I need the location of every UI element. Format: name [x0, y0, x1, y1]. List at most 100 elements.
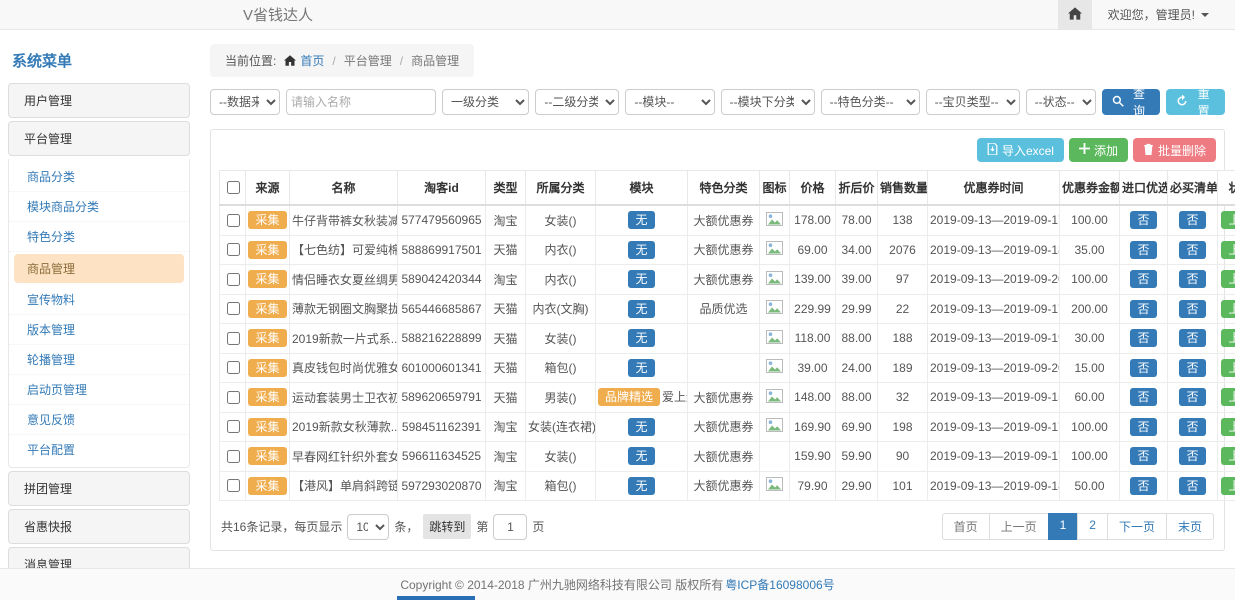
import-optional-toggle[interactable]: 否 [1130, 359, 1156, 377]
row-checkbox[interactable] [227, 273, 240, 286]
status-badge[interactable]: 上架 [1221, 477, 1235, 495]
must-buy-toggle[interactable]: 否 [1179, 270, 1205, 288]
module-badge[interactable]: 无 [628, 329, 654, 347]
name-cell: 薄款无钢圈文胸聚拢性... [290, 294, 398, 324]
source-cell: 采集 [246, 294, 290, 324]
sidebar-item-message[interactable]: 消息管理 [8, 547, 190, 568]
import-optional-toggle[interactable]: 否 [1130, 329, 1156, 347]
module-badge[interactable]: 无 [628, 418, 654, 436]
page-item-首页[interactable]: 首页 [942, 513, 990, 540]
filter-module-subcategory[interactable]: --模块下分类-- [721, 89, 815, 115]
discount-price-cell: 39.00 [836, 265, 878, 295]
row-checkbox[interactable] [227, 214, 240, 227]
must-buy-toggle[interactable]: 否 [1179, 477, 1205, 495]
row-checkbox[interactable] [227, 361, 240, 374]
filter-module[interactable]: --模块-- [625, 89, 714, 115]
module-badge[interactable]: 无 [628, 477, 654, 495]
sidebar-item-news[interactable]: 省惠快报 [8, 509, 190, 544]
import-optional-toggle[interactable]: 否 [1130, 388, 1156, 406]
sidebar-subitem[interactable]: 特色分类 [9, 222, 189, 252]
must-buy-toggle[interactable]: 否 [1179, 418, 1205, 436]
bottom-blue-strip [397, 596, 475, 600]
page-item-1[interactable]: 1 [1048, 513, 1079, 540]
select-all-checkbox[interactable] [227, 181, 240, 194]
page-item-2[interactable]: 2 [1077, 513, 1108, 540]
module-badge[interactable]: 无 [628, 300, 654, 318]
sidebar-subitem-active[interactable]: 商品管理 [14, 254, 184, 283]
status-badge[interactable]: 上架 [1221, 359, 1235, 377]
status-badge[interactable]: 上架 [1221, 211, 1235, 229]
page-item-上一页[interactable]: 上一页 [989, 513, 1049, 540]
filter-data-source[interactable]: --数据来源-- [210, 89, 280, 115]
sidebar-item-groupon[interactable]: 拼团管理 [8, 471, 190, 506]
sidebar-subitem[interactable]: 平台配置 [9, 435, 189, 464]
sidebar-item-user[interactable]: 用户管理 [8, 83, 190, 118]
row-checkbox[interactable] [227, 302, 240, 315]
sidebar-subitem[interactable]: 商品分类 [9, 162, 189, 192]
must-buy-toggle[interactable]: 否 [1179, 359, 1205, 377]
filter-feature-category[interactable]: --特色分类-- [821, 89, 920, 115]
status-badge[interactable]: 上架 [1221, 388, 1235, 406]
sidebar-subitem[interactable]: 轮播管理 [9, 345, 189, 375]
page-item-末页[interactable]: 末页 [1166, 513, 1214, 540]
row-checkbox[interactable] [227, 420, 240, 433]
status-badge[interactable]: 上架 [1221, 241, 1235, 259]
filter-level2-category[interactable]: --二级分类-- [535, 89, 619, 115]
import-optional-toggle[interactable]: 否 [1130, 477, 1156, 495]
filter-name-search[interactable] [286, 89, 436, 115]
must-buy-toggle[interactable]: 否 [1179, 388, 1205, 406]
page-size-select[interactable]: 10 [347, 514, 389, 540]
module-badge[interactable]: 无 [628, 270, 654, 288]
add-button[interactable]: 添加 [1069, 138, 1128, 162]
must-buy-toggle[interactable]: 否 [1179, 329, 1205, 347]
import-optional-toggle[interactable]: 否 [1130, 270, 1156, 288]
user-menu[interactable]: 欢迎您，管理员! [1092, 0, 1235, 29]
must-buy-toggle[interactable]: 否 [1179, 241, 1205, 259]
status-badge[interactable]: 上架 [1221, 418, 1235, 436]
sidebar-item-platform[interactable]: 平台管理 [8, 121, 190, 156]
home-button[interactable] [1058, 0, 1092, 29]
jump-page-input[interactable] [493, 514, 527, 540]
status-badge[interactable]: 上架 [1221, 270, 1235, 288]
must-buy-toggle[interactable]: 否 [1179, 211, 1205, 229]
module-badge[interactable]: 无 [628, 447, 654, 465]
module-badge[interactable]: 无 [628, 359, 654, 377]
sidebar-subitem[interactable]: 宣传物料 [9, 285, 189, 315]
sidebar-subitem[interactable]: 版本管理 [9, 315, 189, 345]
search-button[interactable]: 查询 [1102, 89, 1161, 115]
import-optional-toggle[interactable]: 否 [1130, 241, 1156, 259]
row-checkbox[interactable] [227, 391, 240, 404]
sidebar-subitem[interactable]: 意见反馈 [9, 405, 189, 435]
must-buy-toggle[interactable]: 否 [1179, 300, 1205, 318]
status-badge[interactable]: 上架 [1221, 329, 1235, 347]
row-checkbox[interactable] [227, 450, 240, 463]
category-cell: 女装() [526, 205, 596, 235]
page-item-下一页[interactable]: 下一页 [1107, 513, 1167, 540]
status-cell: 上架 [1218, 471, 1235, 501]
row-checkbox[interactable] [227, 479, 240, 492]
batch-delete-button[interactable]: 批量删除 [1133, 138, 1216, 162]
jump-button[interactable]: 跳转到 [423, 514, 471, 539]
import-optional-toggle[interactable]: 否 [1130, 300, 1156, 318]
sidebar-subitem[interactable]: 启动页管理 [9, 375, 189, 405]
import-optional-toggle[interactable]: 否 [1130, 447, 1156, 465]
filter-item-type[interactable]: --宝贝类型-- [926, 89, 1020, 115]
row-checkbox[interactable] [227, 332, 240, 345]
icp-link[interactable]: 粤ICP备16098006号 [725, 576, 834, 593]
reset-button[interactable]: 重置 [1166, 89, 1225, 115]
module-badge[interactable]: 无 [628, 241, 654, 259]
row-checkbox[interactable] [227, 243, 240, 256]
must-buy-toggle[interactable]: 否 [1179, 447, 1205, 465]
sidebar-subitem[interactable]: 模块商品分类 [9, 192, 189, 222]
module-badge[interactable]: 品牌精选 [598, 388, 660, 406]
filter-level1-category[interactable]: 一级分类 [442, 89, 529, 115]
status-badge[interactable]: 上架 [1221, 300, 1235, 318]
import-optional-toggle[interactable]: 否 [1130, 418, 1156, 436]
breadcrumb-home-link[interactable]: 首页 [300, 52, 324, 69]
filter-status[interactable]: --状态-- [1026, 89, 1096, 115]
module-badge[interactable]: 无 [628, 211, 654, 229]
status-badge[interactable]: 上架 [1221, 447, 1235, 465]
import-optional-toggle[interactable]: 否 [1130, 211, 1156, 229]
import-excel-button[interactable]: 导入excel [977, 138, 1064, 162]
coupon-time-cell: 2019-09-13—2019-09-20 [928, 353, 1060, 383]
